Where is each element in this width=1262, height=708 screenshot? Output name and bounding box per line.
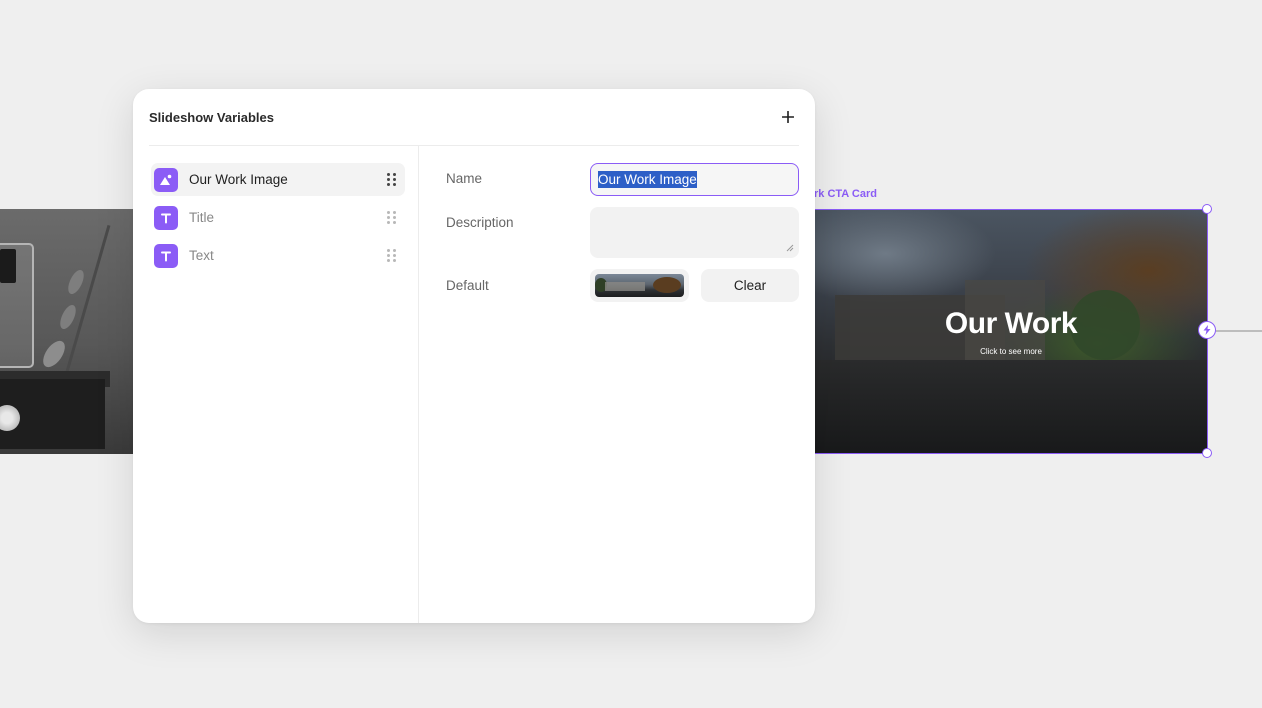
variable-item-title[interactable]: Title bbox=[151, 201, 405, 234]
drag-handle-icon[interactable] bbox=[387, 249, 397, 262]
description-input[interactable] bbox=[590, 207, 799, 258]
modal-title: Slideshow Variables bbox=[149, 109, 274, 125]
variables-list: Our Work Image Title Text bbox=[133, 146, 419, 623]
leaf bbox=[38, 337, 70, 371]
drag-handle-icon[interactable] bbox=[387, 173, 397, 186]
text-variable-icon bbox=[154, 205, 178, 230]
variable-label: Our Work Image bbox=[189, 172, 288, 187]
drag-handle-icon[interactable] bbox=[387, 211, 397, 224]
connection-line bbox=[1216, 330, 1262, 332]
card-title: Our Work bbox=[944, 307, 1078, 340]
description-label: Description bbox=[446, 215, 514, 230]
canvas-frame-cta-card[interactable]: Our Work Click to see more bbox=[815, 209, 1208, 454]
variable-label: Text bbox=[189, 248, 214, 263]
canvas-frame-left[interactable] bbox=[0, 209, 135, 454]
leaf bbox=[57, 302, 79, 332]
name-input[interactable]: Our Work Image bbox=[590, 163, 799, 196]
add-variable-button[interactable] bbox=[777, 106, 799, 128]
bottle-cap bbox=[0, 249, 16, 283]
leaf bbox=[65, 267, 87, 297]
default-image-thumbnail bbox=[595, 274, 684, 297]
name-input-value: Our Work Image bbox=[598, 171, 697, 188]
slideshow-variables-modal: Slideshow Variables Our Work Image Title… bbox=[133, 89, 815, 623]
variable-item-text[interactable]: Text bbox=[151, 239, 405, 272]
frame-name-label[interactable]: rk CTA Card bbox=[814, 188, 877, 200]
variable-detail-panel: Name Our Work Image Description Default … bbox=[420, 146, 815, 623]
modal-header: Slideshow Variables bbox=[149, 89, 799, 146]
default-label: Default bbox=[446, 278, 489, 293]
lightning-icon bbox=[1203, 325, 1211, 335]
resize-handle-top-right[interactable] bbox=[1202, 204, 1212, 214]
clear-button[interactable]: Clear bbox=[701, 269, 799, 302]
card-subtitle: Click to see more bbox=[980, 347, 1042, 356]
text-variable-icon bbox=[154, 243, 178, 268]
variable-label: Title bbox=[189, 210, 215, 225]
background-ground bbox=[815, 360, 1207, 453]
variable-item-our-work-image[interactable]: Our Work Image bbox=[151, 163, 405, 196]
default-image-picker[interactable] bbox=[590, 269, 689, 302]
resize-grip-icon[interactable] bbox=[786, 244, 794, 252]
image-variable-icon bbox=[154, 167, 178, 192]
interaction-connector[interactable] bbox=[1198, 321, 1216, 339]
name-label: Name bbox=[446, 171, 483, 186]
resize-handle-bottom-right[interactable] bbox=[1202, 448, 1212, 458]
plus-icon bbox=[782, 111, 794, 123]
